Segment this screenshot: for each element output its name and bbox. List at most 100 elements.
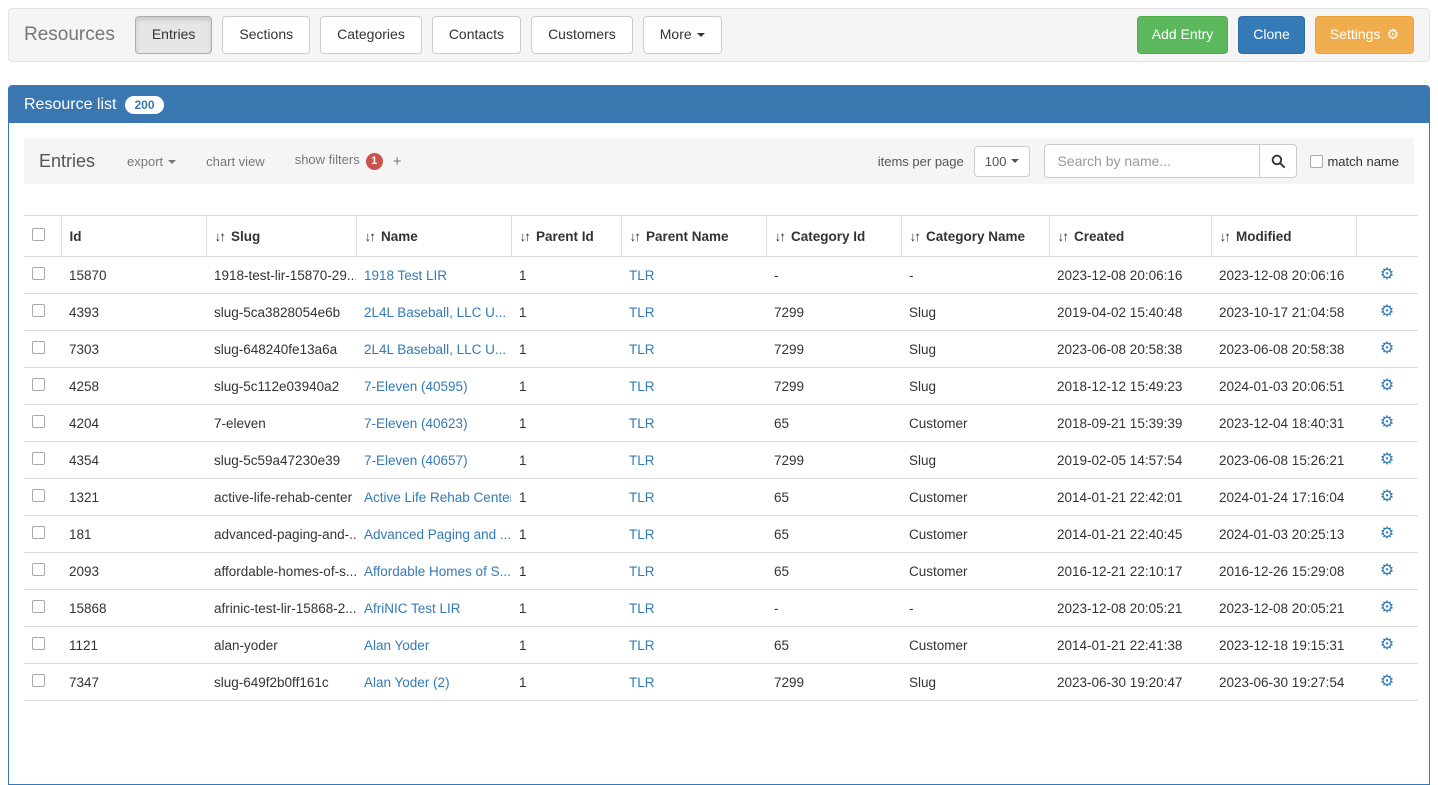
gear-icon: ⚙ — [1386, 25, 1399, 45]
row-checkbox[interactable] — [32, 452, 45, 465]
search-button[interactable] — [1259, 144, 1297, 178]
entry-name-link[interactable]: 7-Eleven (40657) — [364, 453, 468, 468]
parent-name-link[interactable]: TLR — [629, 342, 655, 357]
column-header-category-name[interactable]: ↓↑Category Name — [901, 216, 1049, 257]
row-actions-cell: ⚙ — [1356, 331, 1418, 368]
row-checkbox[interactable] — [32, 526, 45, 539]
tab-more[interactable]: More — [643, 16, 722, 54]
entry-name-link[interactable]: Alan Yoder — [364, 638, 429, 653]
parent-name-link[interactable]: TLR — [629, 379, 655, 394]
tab-categories[interactable]: Categories — [320, 16, 422, 54]
row-checkbox[interactable] — [32, 489, 45, 502]
panel-heading: Resource list 200 — [9, 86, 1429, 123]
column-header-slug[interactable]: ↓↑Slug — [206, 216, 356, 257]
row-checkbox[interactable] — [32, 674, 45, 687]
cell-modified: 2024-01-03 20:06:51 — [1211, 368, 1356, 405]
cell-name: Affordable Homes of S... — [356, 553, 511, 590]
row-checkbox[interactable] — [32, 341, 45, 354]
select-all-checkbox[interactable] — [32, 228, 45, 241]
row-settings-gear-icon[interactable]: ⚙ — [1380, 599, 1394, 616]
row-settings-gear-icon[interactable]: ⚙ — [1380, 303, 1394, 320]
show-filters-link[interactable]: show filters1 — [295, 152, 383, 169]
entry-name-link[interactable]: 7-Eleven (40595) — [364, 379, 468, 394]
row-checkbox[interactable] — [32, 600, 45, 613]
row-actions-cell: ⚙ — [1356, 590, 1418, 627]
cell-created: 2014-01-21 22:42:01 — [1049, 479, 1211, 516]
cell-modified: 2023-06-08 15:26:21 — [1211, 442, 1356, 479]
match-name-checkbox[interactable] — [1310, 155, 1323, 168]
column-header-category-id[interactable]: ↓↑Category Id — [766, 216, 901, 257]
column-header-created[interactable]: ↓↑Created — [1049, 216, 1211, 257]
top-navigation-bar: Resources EntriesSections Categories Conta… — [8, 8, 1430, 62]
tab-contacts[interactable]: Contacts — [432, 16, 521, 54]
entry-name-link[interactable]: 2L4L Baseball, LLC U... — [364, 305, 506, 320]
parent-name-link[interactable]: TLR — [629, 564, 655, 579]
entry-name-link[interactable]: 1918 Test LIR — [364, 268, 447, 283]
row-checkbox[interactable] — [32, 637, 45, 650]
items-per-page-select[interactable]: 100 — [974, 146, 1031, 177]
parent-name-link[interactable]: TLR — [629, 675, 655, 690]
chart-view-link[interactable]: chart view — [206, 154, 265, 169]
cell-slug: afrinic-test-lir-15868-2... — [206, 590, 356, 627]
cell-parent-id: 1 — [511, 368, 621, 405]
row-settings-gear-icon[interactable]: ⚙ — [1380, 266, 1394, 283]
column-header-parent-id[interactable]: ↓↑Parent Id — [511, 216, 621, 257]
parent-name-link[interactable]: TLR — [629, 638, 655, 653]
cell-category-id: 65 — [766, 553, 901, 590]
add-filter-link[interactable]: + — [393, 153, 402, 170]
entry-name-link[interactable]: Advanced Paging and ... — [364, 527, 511, 542]
row-settings-gear-icon[interactable]: ⚙ — [1380, 451, 1394, 468]
row-checkbox-cell — [24, 479, 61, 516]
cell-parent-id: 1 — [511, 627, 621, 664]
row-checkbox-cell — [24, 590, 61, 627]
row-checkbox-cell — [24, 405, 61, 442]
add-entry-button[interactable]: Add Entry — [1137, 16, 1228, 54]
settings-button[interactable]: Settings⚙ — [1315, 16, 1414, 54]
parent-name-link[interactable]: TLR — [629, 601, 655, 616]
entry-name-link[interactable]: AfriNIC Test LIR — [364, 601, 461, 616]
tab-customers[interactable]: Customers — [531, 16, 633, 54]
sort-icon: ↓↑ — [1058, 229, 1068, 244]
entry-name-link[interactable]: Active Life Rehab Center — [364, 490, 511, 505]
cell-category-id: 7299 — [766, 331, 901, 368]
cell-parent-id: 1 — [511, 479, 621, 516]
row-settings-gear-icon[interactable]: ⚙ — [1380, 636, 1394, 653]
row-checkbox[interactable] — [32, 304, 45, 317]
parent-name-link[interactable]: TLR — [629, 453, 655, 468]
cell-created: 2014-01-21 22:40:45 — [1049, 516, 1211, 553]
row-settings-gear-icon[interactable]: ⚙ — [1380, 340, 1394, 357]
parent-name-link[interactable]: TLR — [629, 268, 655, 283]
sort-icon: ↓↑ — [775, 229, 785, 244]
cell-slug: advanced-paging-and-... — [206, 516, 356, 553]
export-dropdown[interactable]: export — [127, 154, 176, 169]
entry-name-link[interactable]: Alan Yoder (2) — [364, 675, 450, 690]
parent-name-link[interactable]: TLR — [629, 416, 655, 431]
column-header-modified[interactable]: ↓↑Modified — [1211, 216, 1356, 257]
entry-name-link[interactable]: 2L4L Baseball, LLC U... — [364, 342, 506, 357]
row-settings-gear-icon[interactable]: ⚙ — [1380, 414, 1394, 431]
entry-name-link[interactable]: Affordable Homes of S... — [364, 564, 511, 579]
parent-name-link[interactable]: TLR — [629, 305, 655, 320]
cell-category-name: Slug — [901, 294, 1049, 331]
column-header-parent-name[interactable]: ↓↑Parent Name — [621, 216, 766, 257]
row-settings-gear-icon[interactable]: ⚙ — [1380, 377, 1394, 394]
row-checkbox[interactable] — [32, 267, 45, 280]
row-settings-gear-icon[interactable]: ⚙ — [1380, 673, 1394, 690]
parent-name-link[interactable]: TLR — [629, 527, 655, 542]
entry-name-link[interactable]: 7-Eleven (40623) — [364, 416, 468, 431]
row-settings-gear-icon[interactable]: ⚙ — [1380, 525, 1394, 542]
row-checkbox[interactable] — [32, 378, 45, 391]
page-title: Resources — [24, 24, 115, 46]
search-input[interactable] — [1044, 144, 1259, 178]
row-settings-gear-icon[interactable]: ⚙ — [1380, 488, 1394, 505]
tab-entries[interactable]: Entries — [135, 16, 213, 54]
row-checkbox[interactable] — [32, 415, 45, 428]
parent-name-link[interactable]: TLR — [629, 490, 655, 505]
row-settings-gear-icon[interactable]: ⚙ — [1380, 562, 1394, 579]
clone-button[interactable]: Clone — [1238, 16, 1305, 54]
row-actions-cell: ⚙ — [1356, 294, 1418, 331]
tab-sections[interactable]: Sections — [222, 16, 310, 54]
column-header-name[interactable]: ↓↑Name — [356, 216, 511, 257]
row-checkbox[interactable] — [32, 563, 45, 576]
cell-id: 15868 — [61, 590, 206, 627]
